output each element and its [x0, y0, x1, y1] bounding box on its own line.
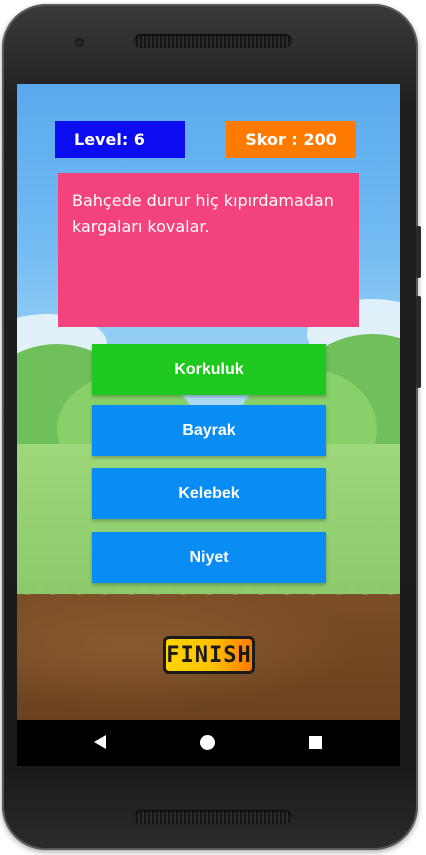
- answer-button-2[interactable]: Bayrak: [92, 405, 326, 456]
- answer-button-3[interactable]: Kelebek: [92, 468, 326, 519]
- finish-label: FINISH: [166, 642, 252, 668]
- back-icon[interactable]: [94, 735, 106, 749]
- grass-edge: [17, 584, 400, 606]
- finish-button[interactable]: FINISH: [163, 636, 255, 674]
- question-card: Bahçede durur hiç kıpırdamadan kargaları…: [58, 173, 359, 327]
- answer-button-4[interactable]: Niyet: [92, 532, 326, 583]
- question-text: Bahçede durur hiç kıpırdamadan kargaları…: [72, 191, 334, 236]
- answer-label: Kelebek: [178, 484, 240, 502]
- home-icon[interactable]: [200, 735, 215, 750]
- score-indicator: Skor : 200: [226, 121, 356, 158]
- front-camera: [75, 38, 84, 47]
- system-navbar: [17, 720, 400, 766]
- bottom-speaker: [134, 810, 292, 824]
- answer-label: Niyet: [189, 548, 229, 566]
- level-text: Level: 6: [74, 130, 145, 149]
- level-indicator: Level: 6: [55, 121, 185, 158]
- answer-label: Bayrak: [182, 421, 236, 439]
- recents-icon[interactable]: [309, 736, 322, 749]
- answer-button-1[interactable]: Korkuluk: [92, 344, 326, 395]
- power-button: [416, 226, 421, 278]
- volume-button: [416, 296, 421, 388]
- app-screen: Level: 6 Skor : 200 Bahçede durur hiç kı…: [17, 84, 400, 766]
- top-speaker: [134, 34, 292, 48]
- score-text: Skor : 200: [245, 130, 337, 149]
- answer-label: Korkuluk: [174, 360, 244, 378]
